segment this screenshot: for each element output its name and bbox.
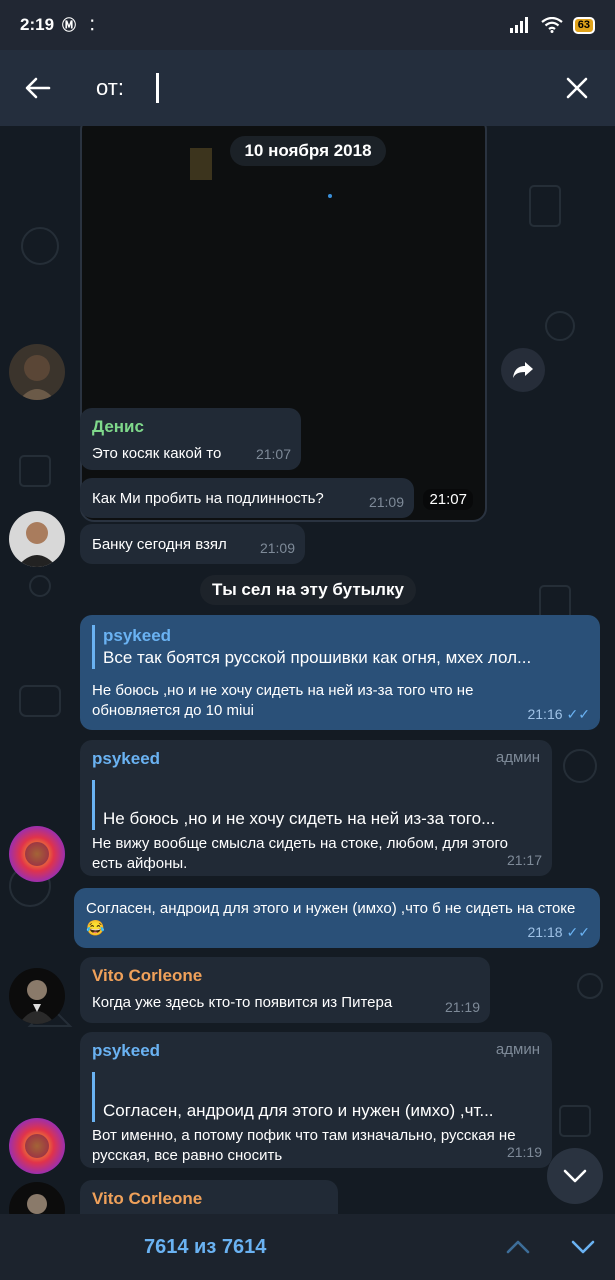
search-results-bar: 7614 из 7614 bbox=[0, 1214, 615, 1280]
message-bubble[interactable]: psykeed админ Не боюсь ,но и не хочу сид… bbox=[80, 740, 552, 876]
next-result-button[interactable] bbox=[563, 1227, 603, 1267]
message-bubble-outgoing[interactable]: Согласен, андроид для этого и нужен (имх… bbox=[74, 888, 600, 948]
message-text: Не боюсь ,но и не хочу сидеть на ней из-… bbox=[92, 682, 474, 719]
message-time: 21:19 bbox=[444, 999, 480, 1015]
message-text: Не вижу вообще смысла сидеть на стоке, л… bbox=[92, 835, 508, 872]
photo-detail bbox=[328, 194, 332, 198]
search-result-counter: 7614 из 7614 bbox=[144, 1235, 267, 1258]
reply-text: Согласен, андроид для этого и нужен (имх… bbox=[103, 1101, 494, 1120]
message-bubble[interactable]: Как Ми пробить на подлинность? 21:09 bbox=[80, 478, 414, 518]
reply-text: Не боюсь ,но и не хочу сидеть на ней из-… bbox=[103, 809, 496, 828]
message-text: Банку сегодня взял bbox=[92, 536, 227, 553]
message-bubble[interactable]: Денис Это косяк какой то 21:07 bbox=[80, 408, 301, 470]
admin-badge: админ bbox=[495, 749, 540, 766]
sender-name: psykeed bbox=[92, 1041, 161, 1060]
message-text: Это косяк какой то bbox=[92, 445, 222, 462]
avatar-psykeed[interactable] bbox=[9, 826, 65, 882]
chat-area[interactable]: 21:07 10 ноября 2018 Денис Это косяк как… bbox=[0, 126, 615, 1214]
sender-name: psykeed bbox=[92, 749, 161, 768]
more-dots-icon: ⁚ bbox=[90, 16, 95, 33]
close-button[interactable] bbox=[553, 64, 601, 112]
message-bubble[interactable]: Банку сегодня взял 21:09 bbox=[80, 524, 305, 564]
read-ticks-icon: ✓✓ bbox=[566, 924, 590, 940]
battery-icon: 63 bbox=[572, 16, 595, 34]
chevron-down-icon bbox=[563, 1169, 587, 1183]
arrow-left-icon bbox=[25, 77, 51, 99]
read-ticks-icon: ✓✓ bbox=[566, 706, 590, 722]
share-button[interactable] bbox=[501, 348, 545, 392]
reply-preview[interactable]: Не боюсь ,но и не хочу сидеть на ней из-… bbox=[92, 780, 540, 830]
sender-name: Vito Corleone bbox=[92, 1189, 203, 1208]
reply-text: Все так боятся русской прошивки как огня… bbox=[103, 648, 532, 667]
search-from-label: от: bbox=[96, 75, 124, 100]
reply-preview[interactable]: Согласен, андроид для этого и нужен (имх… bbox=[92, 1072, 540, 1122]
message-time: 21:09 bbox=[259, 540, 295, 556]
wifi-icon bbox=[541, 17, 563, 33]
message-text: Когда уже здесь кто-то появится из Питер… bbox=[92, 994, 393, 1011]
status-time: 2:19 bbox=[20, 15, 55, 34]
admin-badge: админ bbox=[495, 1041, 540, 1058]
photo-content bbox=[190, 148, 212, 180]
avatar-psykeed[interactable] bbox=[9, 1118, 65, 1174]
close-icon bbox=[566, 77, 588, 99]
sender-name: Денис bbox=[92, 417, 144, 436]
service-message: Ты сел на эту бутылку bbox=[200, 575, 416, 605]
photo-time: 21:07 bbox=[423, 489, 473, 510]
share-arrow-icon bbox=[513, 362, 533, 378]
previous-result-button[interactable] bbox=[498, 1227, 538, 1267]
sender-name: Vito Corleone bbox=[92, 966, 203, 985]
message-bubble[interactable]: Vito Corleone bbox=[80, 1180, 338, 1214]
message-text: Как Ми пробить на подлинность? bbox=[92, 490, 324, 507]
message-meta: 21:18 ✓✓ bbox=[527, 922, 590, 942]
search-input[interactable] bbox=[155, 73, 159, 103]
message-time: 21:09 bbox=[368, 494, 404, 510]
message-bubble[interactable]: Vito Corleone Когда уже здесь кто-то поя… bbox=[80, 957, 490, 1023]
back-button[interactable] bbox=[0, 50, 76, 126]
reply-preview[interactable]: psykeed Все так боятся русской прошивки … bbox=[92, 625, 586, 669]
avatar-vito-corleone[interactable] bbox=[9, 968, 65, 1024]
signal-icon bbox=[509, 17, 528, 33]
message-time: 21:07 bbox=[255, 446, 291, 462]
chevron-up-icon bbox=[506, 1240, 530, 1254]
message-text: Вот именно, а потому пофик что там изнач… bbox=[92, 1127, 516, 1164]
notification-m-icon: Ⓜ bbox=[62, 17, 77, 33]
chevron-down-icon bbox=[571, 1240, 595, 1254]
avatar-user[interactable] bbox=[9, 511, 65, 567]
date-separator: 10 ноября 2018 bbox=[230, 136, 386, 166]
message-text: Согласен, андроид для этого и нужен (имх… bbox=[86, 900, 576, 937]
message-time: 21:17 bbox=[506, 852, 542, 868]
message-time: 21:18 bbox=[527, 924, 563, 940]
search-app-bar: от: bbox=[0, 50, 615, 126]
message-time: 21:19 bbox=[506, 1144, 542, 1160]
message-bubble[interactable]: psykeed админ Согласен, андроид для этог… bbox=[80, 1032, 552, 1168]
status-bar: 2:19 Ⓜ ⁚ 63 bbox=[0, 0, 615, 50]
message-meta: 21:16 ✓✓ bbox=[527, 704, 590, 724]
avatar-denis[interactable] bbox=[9, 344, 65, 400]
message-time: 21:16 bbox=[527, 706, 563, 722]
scroll-to-bottom-button[interactable] bbox=[547, 1148, 603, 1204]
message-bubble-outgoing[interactable]: psykeed Все так боятся русской прошивки … bbox=[80, 615, 600, 730]
reply-sender: psykeed bbox=[103, 626, 172, 645]
